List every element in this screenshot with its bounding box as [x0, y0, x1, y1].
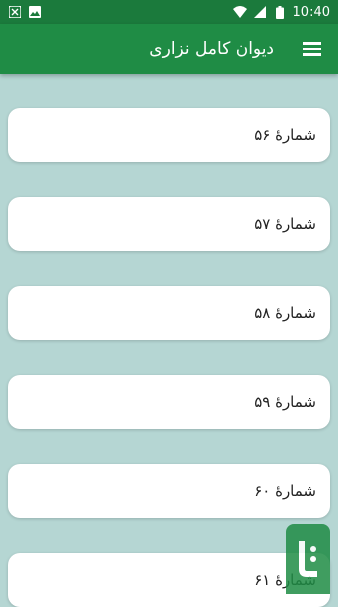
list-item-label: شمارهٔ ۵۷	[254, 215, 316, 233]
close-notification-icon	[8, 5, 22, 19]
status-bar: 10:40	[0, 0, 338, 24]
app-title: دیوان کامل نزاری	[149, 39, 274, 59]
image-notification-icon	[28, 5, 42, 19]
list-item[interactable]: شمارهٔ ۵۸	[8, 286, 330, 340]
list-item-label: شمارهٔ ۵۶	[254, 126, 316, 144]
status-time: 10:40	[292, 4, 330, 20]
list-item[interactable]: شمارهٔ ۵۷	[8, 197, 330, 251]
app-bar: دیوان کامل نزاری	[0, 24, 338, 74]
battery-icon	[273, 5, 287, 19]
list-item-label: شمارهٔ ۵۹	[254, 393, 316, 411]
list-item-label: شمارهٔ ۵۸	[254, 304, 316, 322]
signal-icon	[253, 5, 267, 19]
list-item[interactable]: شمارهٔ ۶۰	[8, 464, 330, 518]
list-item[interactable]: شمارهٔ ۵۶	[8, 108, 330, 162]
wifi-icon	[232, 5, 247, 19]
list-item[interactable]: شمارهٔ ۵۹	[8, 375, 330, 429]
list-item[interactable]: شمارهٔ ۶۱	[8, 553, 330, 607]
hamburger-menu-icon[interactable]	[300, 37, 324, 61]
store-watermark-logo	[286, 524, 330, 594]
list-item-label: شمارهٔ ۶۰	[254, 482, 316, 500]
